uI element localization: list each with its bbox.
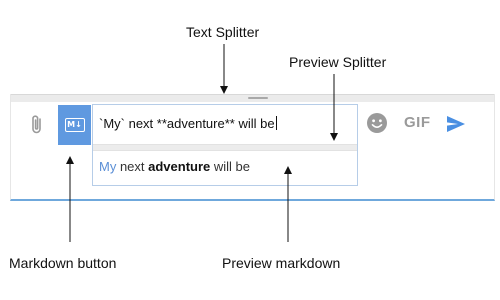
callout-arrows — [66, 44, 338, 242]
